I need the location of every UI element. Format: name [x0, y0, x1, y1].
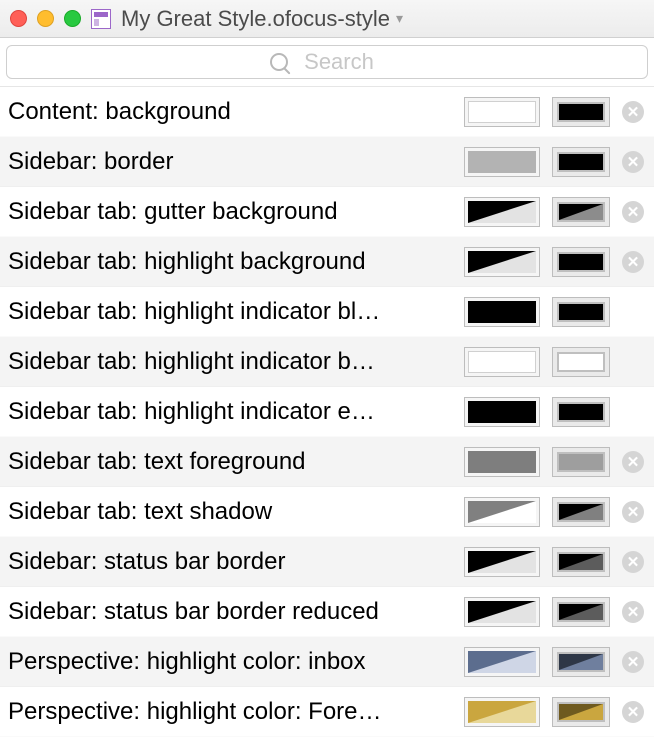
clear-button[interactable]: ✕ — [622, 601, 644, 623]
light-color-well[interactable] — [464, 547, 540, 577]
property-label: Sidebar: status bar border reduced — [8, 598, 454, 626]
dark-color-well[interactable] — [552, 347, 610, 377]
property-label: Sidebar tab: highlight background — [8, 248, 454, 276]
dark-color-well[interactable] — [552, 397, 610, 427]
close-icon: ✕ — [627, 703, 640, 721]
dark-color-well[interactable] — [552, 647, 610, 677]
list-item[interactable]: Sidebar tab: highlight indicator e… ✕ — [0, 387, 654, 437]
property-label: Sidebar tab: gutter background — [8, 198, 454, 226]
chevron-down-icon: ▾ — [396, 10, 403, 27]
dark-color-well[interactable] — [552, 247, 610, 277]
property-label: Sidebar tab: text foreground — [8, 448, 454, 476]
dark-color-well[interactable] — [552, 497, 610, 527]
property-label: Content: background — [8, 98, 454, 126]
color-wells: ✕ — [464, 397, 644, 427]
light-color-well[interactable] — [464, 397, 540, 427]
clear-button[interactable]: ✕ — [622, 101, 644, 123]
list-item[interactable]: Content: background ✕ — [0, 87, 654, 137]
search-field[interactable] — [6, 45, 648, 79]
search-icon — [270, 53, 288, 71]
color-wells: ✕ — [464, 297, 644, 327]
property-label: Sidebar tab: text shadow — [8, 498, 454, 526]
color-wells: ✕ — [464, 547, 644, 577]
color-wells: ✕ — [464, 197, 644, 227]
search-input[interactable] — [294, 48, 384, 76]
close-icon: ✕ — [627, 503, 640, 521]
style-property-list: Content: background✕Sidebar: border✕Side… — [0, 87, 654, 737]
light-color-well[interactable] — [464, 247, 540, 277]
close-icon: ✕ — [627, 603, 640, 621]
list-item[interactable]: Sidebar tab: highlight indicator b… ✕ — [0, 337, 654, 387]
color-wells: ✕ — [464, 347, 644, 377]
zoom-window-button[interactable] — [64, 10, 81, 27]
color-wells: ✕ — [464, 147, 644, 177]
property-label: Sidebar tab: highlight indicator e… — [8, 398, 454, 426]
window-title[interactable]: My Great Style.ofocus-style ▾ — [121, 6, 403, 32]
window-controls — [10, 10, 81, 27]
clear-button[interactable]: ✕ — [622, 451, 644, 473]
color-wells: ✕ — [464, 597, 644, 627]
close-icon: ✕ — [627, 103, 640, 121]
close-icon: ✕ — [627, 153, 640, 171]
list-item[interactable]: Sidebar tab: highlight background ✕ — [0, 237, 654, 287]
list-item[interactable]: Sidebar: status bar border reduced ✕ — [0, 587, 654, 637]
close-icon: ✕ — [627, 453, 640, 471]
clear-button[interactable]: ✕ — [622, 501, 644, 523]
dark-color-well[interactable] — [552, 547, 610, 577]
document-icon — [91, 9, 111, 29]
list-item[interactable]: Sidebar tab: gutter background ✕ — [0, 187, 654, 237]
color-wells: ✕ — [464, 697, 644, 727]
clear-button[interactable]: ✕ — [622, 551, 644, 573]
light-color-well[interactable] — [464, 297, 540, 327]
clear-button[interactable]: ✕ — [622, 201, 644, 223]
light-color-well[interactable] — [464, 147, 540, 177]
light-color-well[interactable] — [464, 197, 540, 227]
light-color-well[interactable] — [464, 647, 540, 677]
close-window-button[interactable] — [10, 10, 27, 27]
list-item[interactable]: Sidebar: status bar border ✕ — [0, 537, 654, 587]
window-title-text: My Great Style.ofocus-style — [121, 6, 390, 32]
dark-color-well[interactable] — [552, 197, 610, 227]
clear-button[interactable]: ✕ — [622, 251, 644, 273]
dark-color-well[interactable] — [552, 147, 610, 177]
color-wells: ✕ — [464, 247, 644, 277]
light-color-well[interactable] — [464, 597, 540, 627]
close-icon: ✕ — [627, 203, 640, 221]
list-item[interactable]: Perspective: highlight color: inbox ✕ — [0, 637, 654, 687]
light-color-well[interactable] — [464, 497, 540, 527]
clear-button[interactable]: ✕ — [622, 701, 644, 723]
property-label: Sidebar tab: highlight indicator bl… — [8, 298, 454, 326]
light-color-well[interactable] — [464, 447, 540, 477]
dark-color-well[interactable] — [552, 597, 610, 627]
property-label: Perspective: highlight color: inbox — [8, 648, 454, 676]
color-wells: ✕ — [464, 497, 644, 527]
dark-color-well[interactable] — [552, 297, 610, 327]
list-item[interactable]: Sidebar tab: text foreground ✕ — [0, 437, 654, 487]
property-label: Sidebar tab: highlight indicator b… — [8, 348, 454, 376]
list-item[interactable]: Perspective: highlight color: Fore… ✕ — [0, 687, 654, 737]
minimize-window-button[interactable] — [37, 10, 54, 27]
color-wells: ✕ — [464, 647, 644, 677]
dark-color-well[interactable] — [552, 97, 610, 127]
light-color-well[interactable] — [464, 97, 540, 127]
clear-button[interactable]: ✕ — [622, 151, 644, 173]
close-icon: ✕ — [627, 653, 640, 671]
dark-color-well[interactable] — [552, 447, 610, 477]
light-color-well[interactable] — [464, 347, 540, 377]
list-item[interactable]: Sidebar: border ✕ — [0, 137, 654, 187]
property-label: Sidebar: status bar border — [8, 548, 454, 576]
dark-color-well[interactable] — [552, 697, 610, 727]
color-wells: ✕ — [464, 97, 644, 127]
clear-button[interactable]: ✕ — [622, 651, 644, 673]
window-titlebar: My Great Style.ofocus-style ▾ — [0, 0, 654, 38]
light-color-well[interactable] — [464, 697, 540, 727]
color-wells: ✕ — [464, 447, 644, 477]
property-label: Perspective: highlight color: Fore… — [8, 698, 454, 726]
list-item[interactable]: Sidebar tab: highlight indicator bl… ✕ — [0, 287, 654, 337]
close-icon: ✕ — [627, 253, 640, 271]
list-item[interactable]: Sidebar tab: text shadow ✕ — [0, 487, 654, 537]
close-icon: ✕ — [627, 553, 640, 571]
property-label: Sidebar: border — [8, 148, 454, 176]
search-bar — [0, 38, 654, 87]
